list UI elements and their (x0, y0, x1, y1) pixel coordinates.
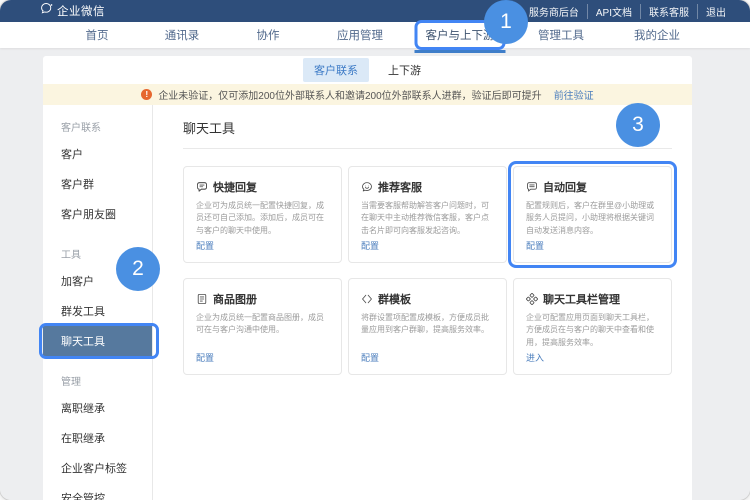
contact-support-link[interactable]: 联系客服 (640, 4, 697, 19)
chat-bubble-logo-icon (40, 2, 53, 20)
nav-customers-upstream-downstream[interactable]: 客户与上下游 (426, 27, 495, 43)
main-content: 聊天工具 (153, 105, 692, 500)
card-description: 当需要客服帮助解答客户问题时，可在聊天中主动推荐微信客服，客户点击名片即可向客服… (361, 200, 494, 239)
quick-reply-configure-link[interactable]: 配置 (196, 239, 329, 252)
card-title: 聊天工具栏管理 (543, 291, 620, 307)
logout-link[interactable]: 退出 (697, 4, 734, 19)
card-title: 推荐客服 (378, 179, 422, 195)
sidebar-item-resigned-inheritance[interactable]: 离职继承 (43, 393, 152, 423)
sidebar-section-customer-contact: 客户联系 (43, 111, 152, 139)
card-group-template: 群模板 将群设置项配置成模板，方便成员批量应用到客户群聊，提高服务效率。 配置 (348, 278, 507, 375)
tab-customer-contact[interactable]: 客户联系 (303, 58, 369, 82)
card-description: 企业可配置应用页面到聊天工具栏，方便成员在与客户的聊天中查看和使用，提高服务效率… (526, 312, 659, 351)
card-description: 企业为成员统一配置商品图册，成员可在与客户沟通中使用。 (196, 312, 329, 351)
chat-toolbar-icon (526, 293, 538, 305)
auto-reply-configure-link[interactable]: 配置 (526, 239, 659, 252)
sidebar-item-chat-tools[interactable]: 聊天工具 (43, 326, 152, 356)
card-recommend-service: 推荐客服 当需要客服帮助解答客户问题时，可在聊天中主动推荐微信客服，客户点击名片… (348, 166, 507, 263)
nav-my-enterprise[interactable]: 我的企业 (634, 27, 680, 43)
sidebar-item-customers[interactable]: 客户 (43, 139, 152, 169)
annotation-badge-2: 2 (116, 247, 160, 291)
warning-text: 企业未验证，仅可添加200位外部联系人和邀请200位外部联系人进群，验证后即可提… (158, 87, 541, 102)
app-window: 企业微信 服务商后台 API文档 联系客服 退出 首页 通讯录 协作 应用管理 … (0, 0, 750, 500)
annotation-badge-3: 3 (616, 103, 660, 147)
card-auto-reply: 自动回复 配置规则后，客户在群里@小助理或服务人员提问，小助理将根据关键词自动发… (513, 166, 672, 263)
nav-collaboration[interactable]: 协作 (257, 27, 280, 43)
page-title: 聊天工具 (183, 118, 672, 137)
tab-upstream-downstream[interactable]: 上下游 (377, 58, 432, 82)
card-description: 将群设置项配置成模板，方便成员批量应用到客户群聊，提高服务效率。 (361, 312, 494, 351)
warning-exclamation-icon: ! (141, 89, 152, 100)
sidebar-item-customer-moments[interactable]: 客户朋友圈 (43, 199, 152, 229)
panel-body: 客户联系 客户 客户群 客户朋友圈 工具 加客户 群发工具 聊天工具 管理 离职… (43, 105, 692, 500)
nav-home[interactable]: 首页 (86, 27, 109, 43)
auto-reply-icon (526, 181, 538, 193)
card-title: 商品图册 (213, 291, 257, 307)
nav-management-tools[interactable]: 管理工具 (538, 27, 584, 43)
quick-reply-icon (196, 181, 208, 193)
nav-app-management[interactable]: 应用管理 (337, 27, 383, 43)
nav-contacts[interactable]: 通讯录 (165, 27, 200, 43)
recommend-service-icon (361, 181, 373, 193)
sidebar-item-enterprise-customer-tags[interactable]: 企业客户标签 (43, 453, 152, 483)
service-provider-console-link[interactable]: 服务商后台 (521, 4, 587, 19)
tool-cards-grid: 快捷回复 企业可为成员统一配置快捷回复，成员还可自己添加。添加后，成员可在与客户… (183, 166, 672, 375)
logo-text: 企业微信 (57, 3, 105, 19)
main-nav: 首页 通讯录 协作 应用管理 客户与上下游 管理工具 我的企业 (0, 22, 750, 48)
card-title: 群模板 (378, 291, 411, 307)
group-template-configure-link[interactable]: 配置 (361, 351, 494, 364)
product-album-icon (196, 293, 208, 305)
sidebar-item-customer-groups[interactable]: 客户群 (43, 169, 152, 199)
sidebar-section-management: 管理 (43, 365, 152, 393)
group-template-icon (361, 293, 373, 305)
recommend-service-configure-link[interactable]: 配置 (361, 239, 494, 252)
card-title: 快捷回复 (213, 179, 257, 195)
verification-warning-bar: ! 企业未验证，仅可添加200位外部联系人和邀请200位外部联系人进群，验证后即… (43, 84, 692, 105)
api-docs-link[interactable]: API文档 (587, 4, 640, 19)
title-divider (183, 148, 672, 149)
go-verify-link[interactable]: 前往验证 (554, 87, 594, 102)
wework-logo: 企业微信 (40, 2, 105, 20)
card-description: 企业可为成员统一配置快捷回复，成员还可自己添加。添加后，成员可在与客户的聊天中使… (196, 200, 329, 239)
secondary-tabbar: 客户联系 上下游 (43, 56, 692, 84)
product-album-configure-link[interactable]: 配置 (196, 351, 329, 364)
card-chat-toolbar-management: 聊天工具栏管理 企业可配置应用页面到聊天工具栏，方便成员在与客户的聊天中查看和使… (513, 278, 672, 375)
chat-toolbar-enter-link[interactable]: 进入 (526, 351, 659, 364)
sidebar: 客户联系 客户 客户群 客户朋友圈 工具 加客户 群发工具 聊天工具 管理 离职… (43, 105, 153, 500)
card-title: 自动回复 (543, 179, 587, 195)
sidebar-item-bulk-message-tool[interactable]: 群发工具 (43, 296, 152, 326)
card-quick-reply: 快捷回复 企业可为成员统一配置快捷回复，成员还可自己添加。添加后，成员可在与客户… (183, 166, 342, 263)
card-description: 配置规则后，客户在群里@小助理或服务人员提问，小助理将根据关键词自动发送消息内容… (526, 200, 659, 239)
card-product-album: 商品图册 企业为成员统一配置商品图册，成员可在与客户沟通中使用。 配置 (183, 278, 342, 375)
sidebar-item-onjob-inheritance[interactable]: 在职继承 (43, 423, 152, 453)
top-bar: 企业微信 服务商后台 API文档 联系客服 退出 (0, 0, 750, 22)
topbar-links: 服务商后台 API文档 联系客服 退出 (521, 4, 734, 19)
sidebar-item-security-control[interactable]: 安全管控 (43, 483, 152, 500)
annotation-badge-1: 1 (484, 0, 528, 44)
